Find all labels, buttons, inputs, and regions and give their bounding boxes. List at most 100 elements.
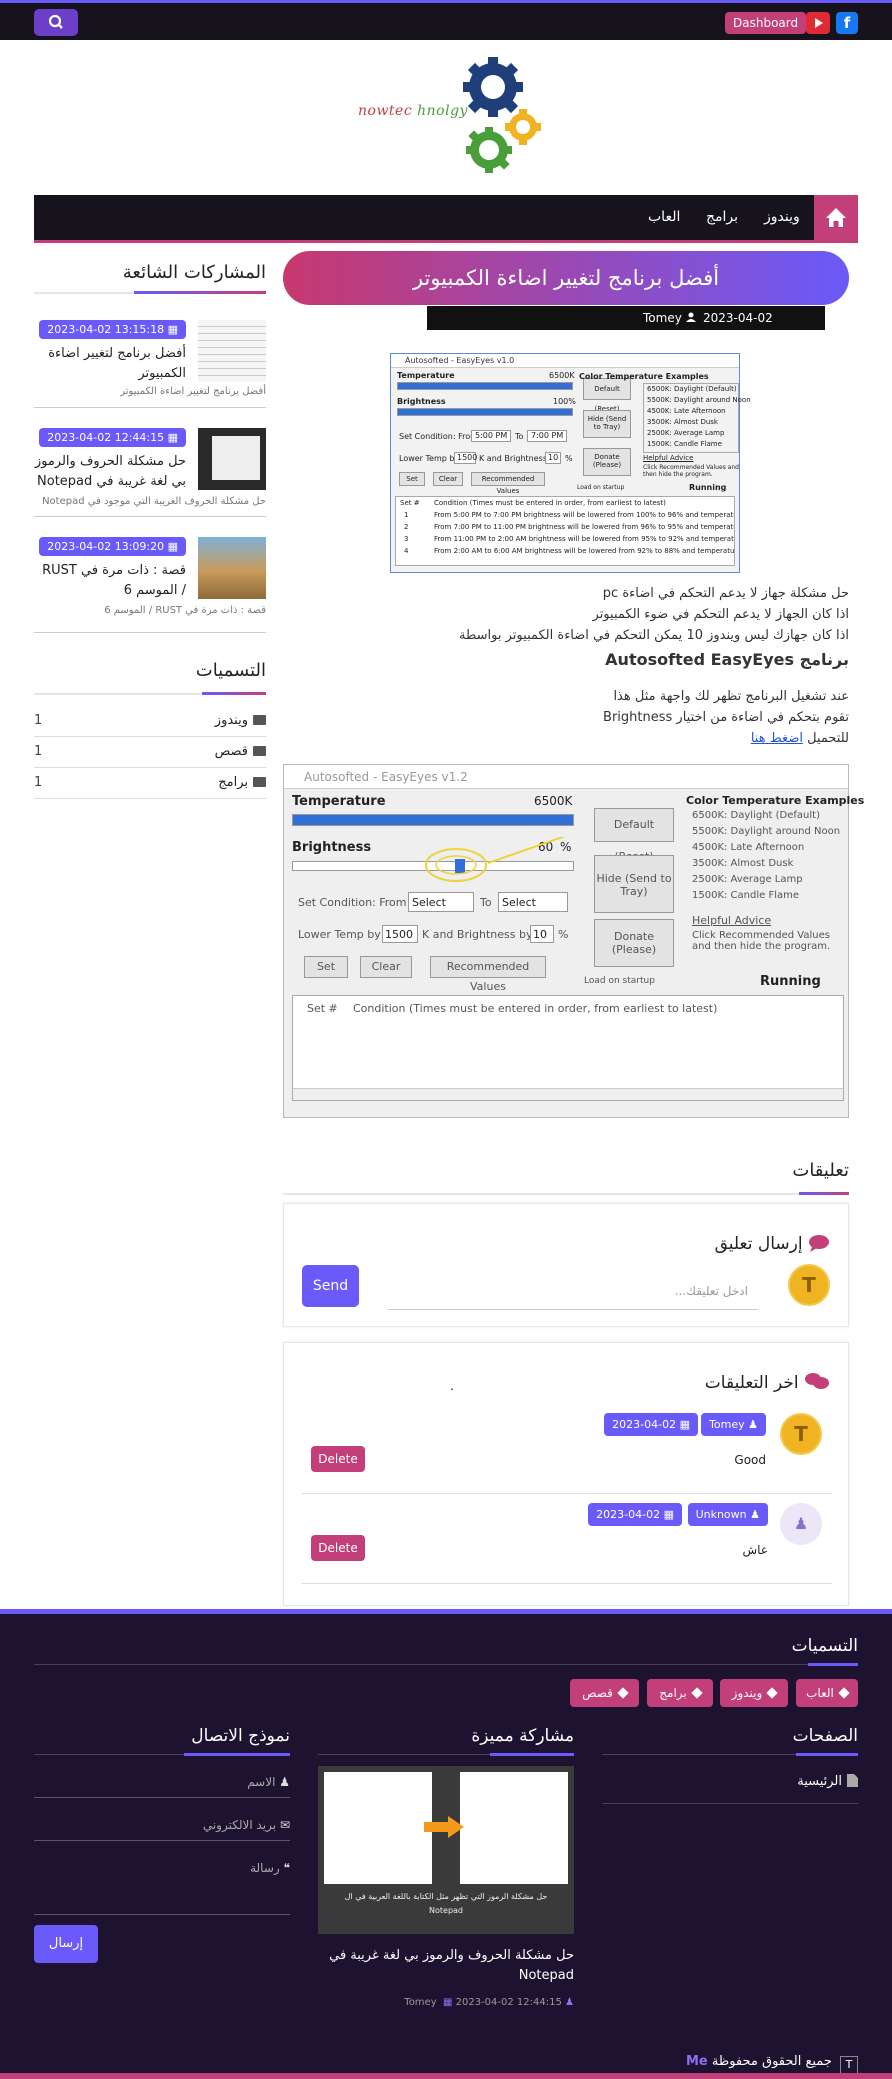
post-image-easyeyes-v10: Autosofted - EasyEyes v1.0 Temperature 6… [390, 353, 751, 573]
comment-text: Good [734, 1453, 766, 1467]
featured-post-title[interactable]: حل مشكلة الحروف والرموز بي لغة غريبة في … [318, 1946, 574, 1986]
to-time-select: Select [498, 892, 568, 912]
copyright: T جميع الحقوق محفوظة Me [686, 2054, 858, 2074]
tags-title: التسميات [195, 660, 266, 681]
nav-item-games[interactable]: العاب [648, 195, 680, 240]
brightness-slider [397, 408, 573, 416]
avatar: T [788, 1264, 830, 1306]
percent-label: % [565, 454, 573, 463]
comment-input[interactable]: ادخل تعليقك... [388, 1278, 758, 1310]
sidebar-tag-stories[interactable]: قصص 1 [34, 738, 266, 768]
conditions-table: Set # Condition (Times must be entered i… [395, 496, 735, 566]
comment-user-badge[interactable]: Tomey ♟ [701, 1413, 766, 1436]
title-underline [134, 291, 266, 294]
temperature-label: Temperature [292, 794, 386, 809]
popular-post-2[interactable]: 2023-04-02 12:44:15 ▦ حل مشكلة الحروف وا… [34, 428, 266, 514]
site-logo-icon: T [840, 2056, 858, 2074]
nav-item-programs[interactable]: برامج [706, 195, 738, 240]
default-button: Default (Reset) [583, 378, 631, 413]
contact-message-field[interactable]: ❝ رسالة [34, 1861, 290, 1915]
popular-post-title[interactable]: حل مشكلة الحروف والرموز بي لغة غريبة في … [34, 452, 186, 492]
arrow-right-icon [424, 1816, 464, 1838]
calendar-icon [760, 337, 771, 346]
popular-post-title[interactable]: أفضل برنامج لتغيير اضاءة الكمبيوتر [34, 344, 186, 384]
to-label: To [515, 432, 524, 441]
sidebar-tag-programs[interactable]: برامج 1 [34, 769, 266, 799]
post-meta: Tomey 2023-04-02 13:15:18 [427, 306, 825, 349]
lower-temp-label: Lower Temp by [399, 454, 460, 463]
title-underline [202, 692, 266, 695]
contact-send-button[interactable]: إرسال [34, 1925, 98, 1963]
facebook-icon[interactable]: f [836, 12, 858, 34]
comment-text: عاش [742, 1543, 768, 1557]
footer-tag-games[interactable]: العاب [796, 1679, 858, 1707]
footer-tag-stories[interactable]: قصص [570, 1679, 639, 1707]
footer-tags-title: التسميات [791, 1636, 858, 1656]
window-title: Autosofted - EasyEyes v1.0 [391, 354, 739, 368]
brightness-by-label: K and Brightness by [422, 928, 533, 941]
window-title: Autosofted - EasyEyes v1.2 [284, 765, 848, 789]
brightness-value: 100% [553, 397, 576, 406]
send-comment-button[interactable]: Send [302, 1265, 359, 1307]
youtube-icon[interactable] [806, 12, 830, 34]
contact-name-field[interactable]: ♟ الاسم [34, 1775, 290, 1798]
title-underline [796, 1753, 858, 1756]
temperature-label: Temperature [397, 371, 455, 380]
from-time-select: 5:00 PM [471, 430, 511, 442]
nav-item-windows[interactable]: ويندوز [764, 195, 800, 240]
brightness-by-input: 10 [530, 925, 554, 943]
featured-post-image[interactable]: حل مشكلة الرموز التي تظهر مثل الكتابة با… [318, 1766, 574, 1934]
post-line-3: اذا كان جهازك ليس ويندوز 10 يمكن التحكم … [459, 628, 849, 643]
comment-date-badge: 2023-04-02 ▦ [588, 1503, 682, 1526]
divider [302, 1583, 832, 1584]
comment-user-badge[interactable]: Unknown ♟ [687, 1503, 768, 1526]
popular-post-1[interactable]: 2023-04-02 13:15:18 ▦ أفضل برنامج لتغيير… [34, 320, 266, 406]
set-button: Set [304, 956, 348, 978]
dashboard-button[interactable]: Dashboard [725, 12, 807, 34]
post-line-1: حل مشكلة جهاز لا يدعم التحكم في اضاءة pc [602, 586, 849, 601]
post-line-5: تقوم بتحكم في اضاءة من اختيار Brightness [603, 710, 849, 725]
donate-button: Donate (Please) [583, 448, 631, 476]
popular-post-title[interactable]: قصة : ذات مرة في RUST / الموسم 6 [34, 561, 186, 601]
bottom-accent-strip [0, 2073, 892, 2079]
delete-comment-button[interactable]: Delete [311, 1446, 365, 1472]
footer-tag-programs[interactable]: برامج [647, 1679, 713, 1707]
post-author[interactable]: Tomey [643, 306, 696, 330]
divider [34, 1664, 858, 1665]
comments-title: تعليقات [792, 1160, 849, 1181]
post-date-badge: 2023-04-02 13:09:20 ▦ [39, 537, 186, 556]
latest-comments-box: اخر التعليقات . T Tomey ♟ 2023-04-02 ▦ G… [283, 1342, 849, 1606]
temperature-slider [292, 814, 574, 826]
folder-icon [253, 715, 266, 725]
post-date-badge: 2023-04-02 13:15:18 ▦ [39, 320, 186, 339]
footer-tag-windows[interactable]: ويندوز [720, 1679, 788, 1707]
divider [34, 632, 266, 633]
copyright-link[interactable]: Me [686, 2054, 708, 2069]
advice-text: Click Recommended Values and then hide t… [643, 464, 739, 478]
comment-date-badge: 2023-04-02 ▦ [604, 1413, 698, 1436]
post-date: 2023-04-02 13:15:18 [703, 311, 773, 349]
contact-email-field[interactable]: ✉ بريد الالكتروني [34, 1818, 290, 1841]
home-button[interactable] [814, 195, 858, 240]
search-icon [48, 14, 63, 29]
divider [34, 516, 266, 517]
donate-button: Donate (Please) [594, 919, 674, 967]
running-label: Running [760, 974, 821, 989]
site-footer: التسميات العاب ويندوز برامج قصص الصفحات … [0, 1609, 892, 2079]
footer-featured-title: مشاركة مميزة [471, 1726, 574, 1746]
latest-comments-title: اخر التعليقات [705, 1371, 830, 1393]
horizontal-scrollbar[interactable] [293, 1088, 843, 1100]
title-underline [490, 1753, 574, 1756]
footer-page-home[interactable]: الرئيسية [797, 1774, 858, 1789]
popular-post-3[interactable]: 2023-04-02 13:09:20 ▦ قصة : ذات مرة في R… [34, 537, 266, 623]
delete-comment-button[interactable]: Delete [311, 1535, 365, 1561]
brightness-label: Brightness [292, 840, 372, 855]
advice-text: Click Recommended Values and then hide t… [692, 930, 831, 952]
comments-icon [805, 1373, 829, 1389]
post-line-4: عند تشغيل البرنامج تظهر لك واجهة مثل هذا [613, 689, 849, 704]
sidebar-tag-windows[interactable]: ويندوز 1 [34, 707, 266, 737]
post-thumbnail [198, 320, 266, 382]
temperature-slider [397, 382, 573, 390]
download-link[interactable]: اضغط هنا [751, 731, 803, 746]
search-button[interactable] [34, 9, 78, 36]
